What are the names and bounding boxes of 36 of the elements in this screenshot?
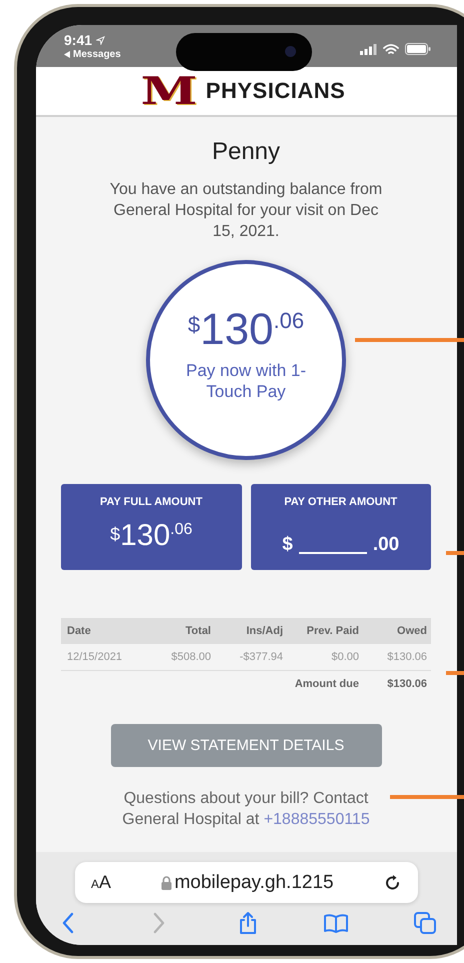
pay-other-amount-card[interactable]: PAY OTHER AMOUNT $ .00 xyxy=(250,484,431,570)
amount-due-label: Amount due xyxy=(294,678,359,690)
logo-mark: M xyxy=(140,72,198,110)
lock-icon xyxy=(161,876,172,890)
back-to-app-link[interactable]: Messages xyxy=(73,49,121,60)
text-size-button[interactable]: AA xyxy=(91,872,112,893)
signal-icon xyxy=(360,44,377,54)
location-arrow-icon xyxy=(96,36,106,44)
reload-icon[interactable] xyxy=(384,874,402,892)
cents-text: .00 xyxy=(372,535,400,554)
balance-message: You have an outstanding balance from General Hospital for your visit on Dec 15, 2021. xyxy=(108,180,384,242)
logo-text: PHYSICIANS xyxy=(206,78,346,104)
column-header: Date xyxy=(67,625,92,637)
column-header: Total xyxy=(184,625,211,637)
back-triangle-icon xyxy=(64,51,70,58)
battery-icon xyxy=(405,43,431,55)
table-cell-text: -$377.94 xyxy=(238,651,283,663)
column-header: Owed xyxy=(396,625,427,637)
address-bar[interactable]: AA mobilepay.gh.1215 xyxy=(75,862,418,903)
table-cell-text: $508.00 xyxy=(170,651,211,663)
table-cell-text: $0.00 xyxy=(330,651,359,663)
column-header: Ins/Adj xyxy=(245,625,283,637)
table-cell-text: 12/15/2021 xyxy=(67,651,124,663)
pay-option-label: PAY FULL AMOUNT xyxy=(100,496,202,508)
currency-sign: $ xyxy=(282,535,293,554)
tabs-icon[interactable] xyxy=(413,911,437,935)
patient-name: Penny xyxy=(212,137,280,167)
status-time: 9:41 xyxy=(64,32,92,48)
wifi-icon xyxy=(383,44,399,54)
contact-text: Questions about your bill? Contact General Hospital at +18885550115 xyxy=(121,789,371,830)
table-cell-text: $130.06 xyxy=(386,651,427,663)
amount-due-value: $130.06 xyxy=(386,678,427,690)
book-icon[interactable] xyxy=(324,911,348,935)
column-header: Prev. Paid xyxy=(306,625,359,637)
url-text: mobilepay.gh.1215 xyxy=(174,872,334,894)
pay-option-label: PAY OTHER AMOUNT xyxy=(284,496,398,508)
